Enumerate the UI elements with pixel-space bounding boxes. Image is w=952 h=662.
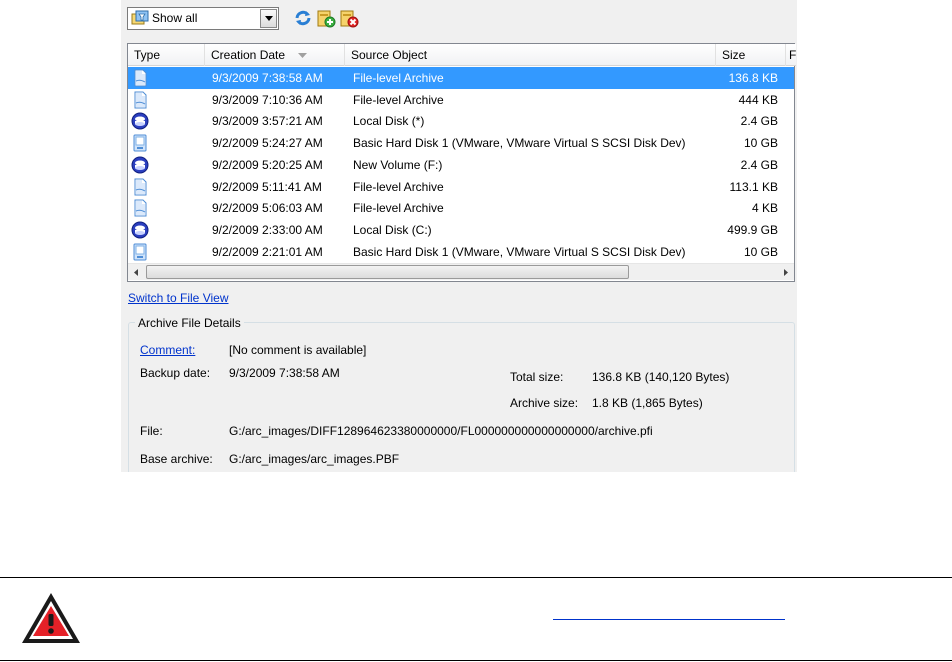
creation-date-cell: 9/3/2009 3:57:21 AM xyxy=(212,114,323,129)
table-row[interactable]: 9/3/2009 7:38:58 AM File-level Archive 136… xyxy=(128,67,794,89)
file-archive-icon xyxy=(131,199,149,217)
file-path-value: G:/arc_images/DIFF128964623380000000/FL0… xyxy=(229,424,653,438)
size-cell: 2.4 GB xyxy=(740,114,778,129)
table-row[interactable]: 9/2/2009 2:21:01 AM Basic Hard Disk 1 (VM… xyxy=(128,241,794,263)
source-object-cell: File-level Archive xyxy=(353,71,444,85)
hard-disk-icon xyxy=(131,243,149,261)
source-object-cell: New Volume (F:) xyxy=(353,157,443,172)
archive-browser-window: Show all Type Creation Date Source Objec… xyxy=(121,0,797,472)
total-size-label: Total size: xyxy=(510,370,564,384)
source-object-cell: Local Disk (C:) xyxy=(353,222,432,237)
source-object-cell: File-level Archive xyxy=(353,92,444,107)
column-label: F xyxy=(789,48,796,62)
scrollbar-thumb[interactable] xyxy=(146,265,629,279)
source-object-cell: Basic Hard Disk 1 (VMware, VMware Virtua… xyxy=(353,244,686,259)
warning-bottom-rule xyxy=(0,660,952,661)
file-label: File: xyxy=(140,424,163,438)
table-row[interactable]: 9/2/2009 5:20:25 AM New Volume (F:) 2.4 GB xyxy=(128,154,794,176)
list-header: Type Creation Date Source Object Size F xyxy=(128,44,796,66)
creation-date-cell: 9/2/2009 2:21:01 AM xyxy=(212,244,323,259)
column-label: Source Object xyxy=(351,48,428,62)
backup-date-value: 9/3/2009 7:38:58 AM xyxy=(229,366,340,380)
source-object-cell: Local Disk (*) xyxy=(353,114,425,129)
column-label: Size xyxy=(722,48,746,62)
chevron-down-icon xyxy=(265,16,273,21)
creation-date-cell: 9/3/2009 7:10:36 AM xyxy=(212,92,323,107)
size-cell: 4 KB xyxy=(751,201,778,216)
file-archive-icon xyxy=(131,91,149,109)
size-cell: 444 KB xyxy=(738,92,778,107)
table-row[interactable]: 9/2/2009 5:24:27 AM Basic Hard Disk 1 (VM… xyxy=(128,132,794,154)
volume-icon xyxy=(131,156,149,174)
table-row[interactable]: 9/2/2009 5:11:41 AM File-level Archive 113… xyxy=(128,176,794,198)
comment-link[interactable]: Comment: xyxy=(140,343,195,357)
archive-list[interactable]: Type Creation Date Source Object Size F … xyxy=(127,43,796,282)
filter-icon xyxy=(131,10,149,25)
comment-value: [No comment is available] xyxy=(229,343,367,357)
creation-date-cell: 9/2/2009 5:20:25 AM xyxy=(212,157,323,172)
source-object-cell: Basic Hard Disk 1 (VMware, VMware Virtua… xyxy=(353,136,686,151)
hard-disk-icon xyxy=(131,134,149,152)
column-label: Type xyxy=(134,48,161,62)
volume-icon xyxy=(131,221,149,239)
archive-size-value: 1.8 KB (1,865 Bytes) xyxy=(592,396,703,410)
table-row[interactable]: 9/3/2009 7:10:36 AM File-level Archive 444… xyxy=(128,89,794,111)
details-title: Archive File Details xyxy=(135,316,244,330)
table-row[interactable]: 9/2/2009 2:33:00 AM Local Disk (C:) 499.9 … xyxy=(128,219,794,241)
scroll-left-icon[interactable] xyxy=(128,264,145,281)
backup-date-label: Backup date: xyxy=(140,366,211,380)
archive-size-label: Archive size: xyxy=(510,396,579,410)
warning-top-rule xyxy=(0,577,952,578)
size-cell: 136.8 KB xyxy=(728,71,778,85)
horizontal-scrollbar[interactable] xyxy=(128,263,794,280)
warning-hyperlink[interactable] xyxy=(553,608,785,620)
creation-date-cell: 9/2/2009 5:06:03 AM xyxy=(212,201,323,216)
column-label: Creation Date xyxy=(211,48,286,62)
source-object-cell: File-level Archive xyxy=(353,179,444,194)
add-archive-icon[interactable] xyxy=(316,8,336,28)
creation-date-cell: 9/2/2009 2:33:00 AM xyxy=(212,222,323,237)
filter-dropdown[interactable]: Show all xyxy=(127,7,279,30)
table-row[interactable]: 9/2/2009 5:06:03 AM File-level Archive 4 K… xyxy=(128,197,794,219)
file-archive-icon xyxy=(131,178,149,196)
source-object-cell: File-level Archive xyxy=(353,201,444,216)
table-row[interactable]: 9/3/2009 3:57:21 AM Local Disk (*) 2.4 GB xyxy=(128,110,794,132)
size-cell: 113.1 KB xyxy=(729,179,778,194)
base-archive-value: G:/arc_images/arc_images.PBF xyxy=(229,452,400,466)
size-cell: 10 GB xyxy=(743,244,778,259)
base-archive-label: Base archive: xyxy=(140,452,213,466)
total-size-value: 136.8 KB (140,120 Bytes) xyxy=(592,370,730,384)
size-cell: 499.9 GB xyxy=(727,222,778,237)
creation-date-cell: 9/2/2009 5:11:41 AM xyxy=(212,179,322,194)
file-archive-icon xyxy=(131,69,149,87)
size-cell: 10 GB xyxy=(743,136,778,151)
column-header-type[interactable]: Type xyxy=(128,44,205,66)
column-header-creation-date[interactable]: Creation Date xyxy=(205,44,345,66)
column-header-source-object[interactable]: Source Object xyxy=(345,44,716,66)
filter-value: Show all xyxy=(152,11,198,25)
dropdown-button[interactable] xyxy=(260,9,277,28)
switch-to-file-view-link[interactable]: Switch to File View xyxy=(128,291,228,305)
toolbar: Show all xyxy=(121,0,797,38)
warning-icon xyxy=(22,593,80,643)
creation-date-cell: 9/3/2009 7:38:58 AM xyxy=(212,71,323,85)
column-header-extra[interactable]: F xyxy=(786,44,796,66)
creation-date-cell: 9/2/2009 5:24:27 AM xyxy=(212,136,323,151)
size-cell: 2.4 GB xyxy=(740,157,778,172)
volume-icon xyxy=(131,112,149,130)
scroll-right-icon[interactable] xyxy=(777,264,794,281)
column-header-size[interactable]: Size xyxy=(716,44,786,66)
sort-descending-icon xyxy=(298,53,308,59)
refresh-icon[interactable] xyxy=(293,8,313,28)
delete-archive-icon[interactable] xyxy=(339,8,359,28)
